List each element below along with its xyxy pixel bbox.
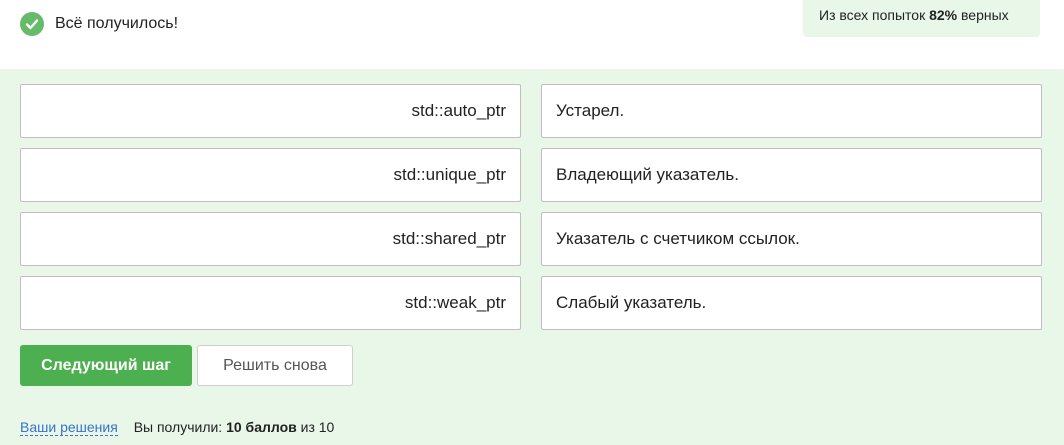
stats-prefix: Из всех попыток: [819, 7, 926, 23]
definition-cell[interactable]: Владеющий указатель.: [541, 148, 1042, 202]
matching-row: std::unique_ptr Владеющий указатель.: [20, 148, 1042, 202]
score-footer: Ваши решения Вы получили: 10 баллов из 1…: [20, 419, 335, 436]
definition-cell[interactable]: Слабый указатель.: [541, 276, 1042, 330]
success-message: Всё получилось!: [55, 15, 179, 32]
definition-cell[interactable]: Указатель с счетчиком ссылок.: [541, 212, 1042, 266]
matching-row: std::shared_ptr Указатель с счетчиком сс…: [20, 212, 1042, 266]
solve-again-button[interactable]: Решить снова: [197, 345, 353, 386]
attempts-stats: Из всех попыток 82% верных: [803, 0, 1040, 37]
score-text: Вы получили: 10 баллов из 10: [134, 419, 335, 435]
matching-row: std::auto_ptr Устарел.: [20, 84, 1042, 138]
stats-suffix: верных: [961, 7, 1009, 23]
matching-row: std::weak_ptr Слабый указатель.: [20, 276, 1042, 330]
term-cell: std::weak_ptr: [20, 276, 521, 330]
term-cell: std::unique_ptr: [20, 148, 521, 202]
definition-cell[interactable]: Устарел.: [541, 84, 1042, 138]
next-step-button[interactable]: Следующий шаг: [20, 345, 192, 386]
score-suffix: из 10: [300, 419, 335, 435]
score-points: 10 баллов: [226, 419, 297, 435]
term-cell: std::shared_ptr: [20, 212, 521, 266]
quiz-panel: std::auto_ptr Устарел. std::unique_ptr В…: [0, 69, 1064, 445]
result-header: Всё получилось! Из всех попыток 82% верн…: [0, 0, 1064, 69]
your-solutions-link[interactable]: Ваши решения: [20, 419, 118, 436]
term-cell: std::auto_ptr: [20, 84, 521, 138]
check-circle-icon: [20, 12, 44, 36]
stats-percent: 82%: [929, 7, 958, 23]
score-prefix: Вы получили:: [133, 419, 223, 435]
